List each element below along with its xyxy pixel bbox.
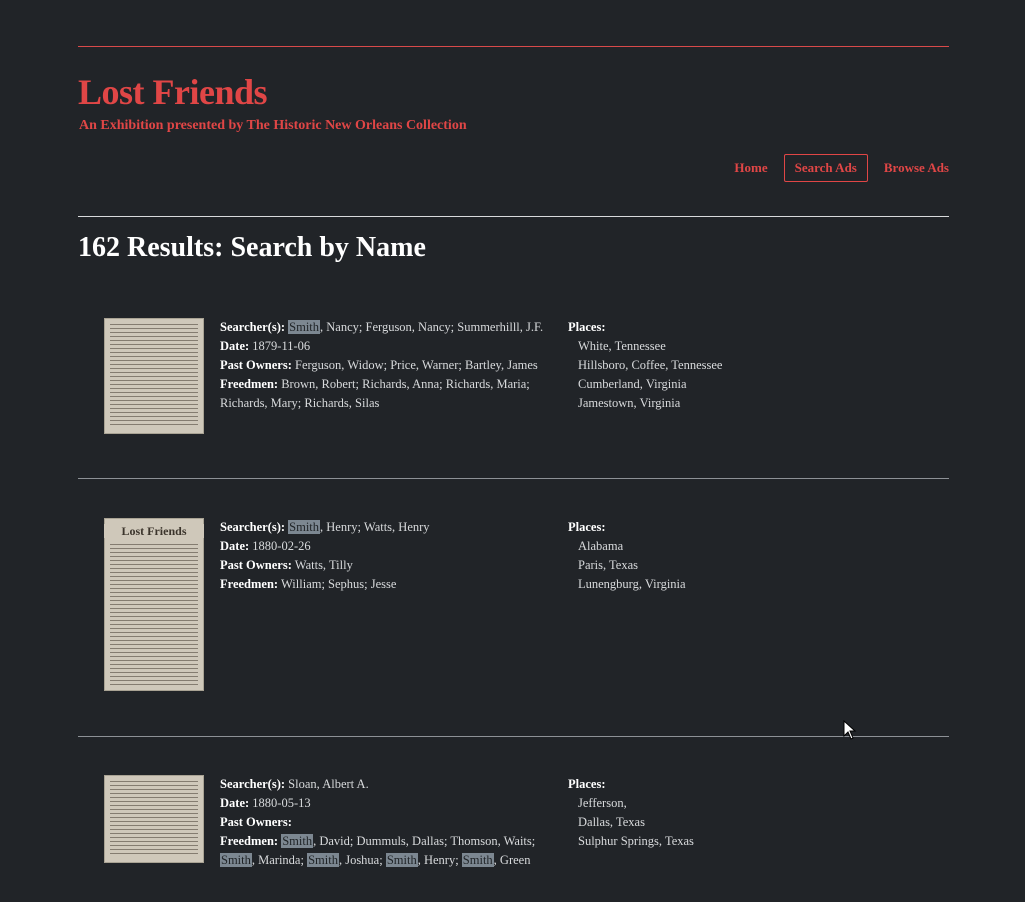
place-item: Jamestown, Virginia — [578, 396, 681, 410]
places-block: Places: Jefferson, Dallas, Texas Sulphur… — [568, 775, 694, 851]
search-highlight: Smith — [220, 853, 252, 867]
places-block: Places: White, Tennessee Hillsboro, Coff… — [568, 318, 722, 413]
past-owners-value: Ferguson, Widow; Price, Warner; Bartley,… — [295, 358, 538, 372]
place-item: Jefferson, — [578, 796, 627, 810]
searchers-row: Searcher(s): Smith, Nancy; Ferguson, Nan… — [220, 318, 543, 337]
site-title[interactable]: Lost Friends — [78, 70, 268, 114]
past-owners-label: Past Owners: — [220, 558, 292, 572]
places-label: Places: — [568, 320, 606, 334]
main-nav: Home Search Ads Browse Ads — [734, 154, 949, 182]
place-item: Cumberland, Virginia — [578, 377, 687, 391]
ad-thumbnail[interactable]: Lost Friends — [104, 518, 204, 691]
searchers-label: Searcher(s): — [220, 777, 286, 791]
freedmen-row: Freedmen: Smith, David; Dummuls, Dallas;… — [220, 832, 535, 851]
freedmen-value: Richards, Mary; Richards, Silas — [220, 396, 380, 410]
ad-thumbnail[interactable] — [104, 775, 204, 863]
past-owners-row: Past Owners: Watts, Tilly — [220, 556, 430, 575]
top-rule — [78, 46, 949, 47]
newspaper-text-image — [110, 324, 198, 428]
searchers-value: , Henry; Watts, Henry — [320, 520, 430, 534]
freedmen-value: , Joshua; — [338, 853, 386, 867]
date-value: 1880-05-13 — [252, 796, 311, 810]
past-owners-row: Past Owners: Ferguson, Widow; Price, War… — [220, 356, 543, 375]
past-owners-label: Past Owners: — [220, 815, 292, 829]
place-item: Sulphur Springs, Texas — [578, 834, 694, 848]
nav-search-ads-link[interactable]: Search Ads — [783, 154, 868, 182]
result-fields: Searcher(s): Smith, Nancy; Ferguson, Nan… — [220, 318, 543, 413]
freedmen-row-cont: Smith, Marinda; Smith, Joshua; Smith, He… — [220, 851, 535, 870]
past-owners-row: Past Owners: — [220, 813, 535, 832]
nav-browse-ads-link[interactable]: Browse Ads — [884, 160, 949, 176]
past-owners-value: Watts, Tilly — [294, 558, 353, 572]
search-highlight: Smith — [288, 520, 321, 534]
date-row: Date: 1879-11-06 — [220, 337, 543, 356]
date-value: 1880-02-26 — [252, 539, 311, 553]
searchers-label: Searcher(s): — [220, 320, 286, 334]
searchers-value: Sloan, Albert A. — [288, 777, 369, 791]
date-row: Date: 1880-02-26 — [220, 537, 430, 556]
mouse-pointer-icon — [843, 720, 857, 740]
freedmen-value: , Henry; — [417, 853, 462, 867]
ad-thumbnail[interactable] — [104, 318, 204, 434]
places-label: Places: — [568, 777, 606, 791]
place-item: White, Tennessee — [578, 339, 666, 353]
places-block: Places: Alabama Paris, Texas Lunengburg,… — [568, 518, 686, 594]
place-item: Paris, Texas — [578, 558, 638, 572]
searchers-row: Searcher(s): Smith, Henry; Watts, Henry — [220, 518, 430, 537]
freedmen-value: , David; Dummuls, Dallas; Thomson, Waits… — [313, 834, 536, 848]
searchers-value: , Nancy; Ferguson, Nancy; Summerhilll, J… — [320, 320, 544, 334]
freedmen-row: Freedmen: Brown, Robert; Richards, Anna;… — [220, 375, 543, 394]
date-label: Date: — [220, 539, 250, 553]
result-fields: Searcher(s): Smith, Henry; Watts, Henry … — [220, 518, 430, 594]
searchers-label: Searcher(s): — [220, 520, 286, 534]
search-highlight: Smith — [307, 853, 339, 867]
date-value: 1879-11-06 — [252, 339, 311, 353]
freedmen-label: Freedmen: — [220, 577, 279, 591]
newspaper-text-image — [110, 781, 198, 857]
place-item: Dallas, Texas — [578, 815, 645, 829]
freedmen-row-cont: Richards, Mary; Richards, Silas — [220, 394, 543, 413]
search-highlight: Smith — [288, 320, 321, 334]
thumbnail-header: Lost Friends — [104, 524, 204, 538]
site-subtitle: An Exhibition presented by The Historic … — [79, 118, 467, 133]
header-rule — [78, 216, 949, 217]
freedmen-label: Freedmen: — [220, 377, 279, 391]
results-title: 162 Results: Search by Name — [78, 232, 426, 263]
search-highlight: Smith — [281, 834, 314, 848]
freedmen-label: Freedmen: — [220, 834, 279, 848]
date-label: Date: — [220, 339, 250, 353]
freedmen-value: , Marinda; — [251, 853, 308, 867]
freedmen-row: Freedmen: William; Sephus; Jesse — [220, 575, 430, 594]
result-separator — [78, 736, 949, 737]
newspaper-text-image — [110, 544, 198, 685]
search-highlight: Smith — [461, 853, 494, 867]
freedmen-value: Brown, Robert; Richards, Anna; Richards,… — [281, 377, 530, 391]
page: Lost Friends An Exhibition presented by … — [0, 0, 1025, 902]
date-row: Date: 1880-05-13 — [220, 794, 535, 813]
place-item: Lunengburg, Virginia — [578, 577, 686, 591]
nav-home-link[interactable]: Home — [734, 160, 767, 176]
freedmen-value: William; Sephus; Jesse — [281, 577, 397, 591]
place-item: Hillsboro, Coffee, Tennessee — [578, 358, 723, 372]
places-label: Places: — [568, 520, 606, 534]
result-fields: Searcher(s): Sloan, Albert A. Date: 1880… — [220, 775, 535, 870]
freedmen-value: , Green — [493, 853, 531, 867]
past-owners-label: Past Owners: — [220, 358, 292, 372]
place-item: Alabama — [578, 539, 624, 553]
search-highlight: Smith — [385, 853, 418, 867]
searchers-row: Searcher(s): Sloan, Albert A. — [220, 775, 535, 794]
date-label: Date: — [220, 796, 250, 810]
result-separator — [78, 478, 949, 479]
